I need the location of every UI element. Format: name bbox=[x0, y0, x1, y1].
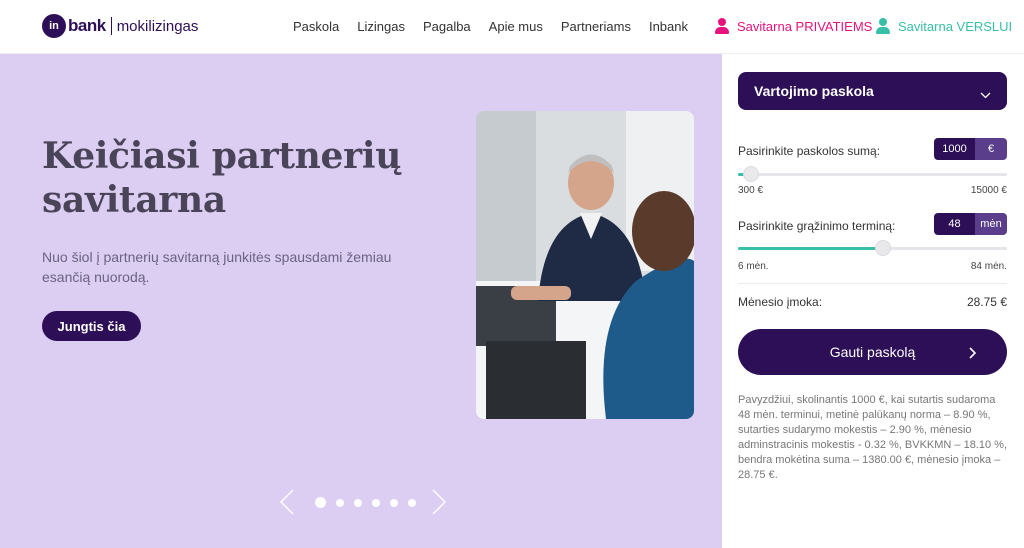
amount-max: 15000 € bbox=[970, 185, 1007, 196]
term-input[interactable]: 48 mėn bbox=[934, 213, 1007, 235]
logo-subbrand: mokilizingas bbox=[116, 17, 199, 35]
logo-brand: bank bbox=[68, 16, 106, 35]
carousel-dot[interactable] bbox=[315, 497, 326, 508]
carousel-dot[interactable] bbox=[372, 498, 380, 507]
term-label: Pasirinkite grąžinimo terminą: bbox=[738, 219, 896, 233]
amount-slider[interactable] bbox=[738, 166, 1007, 182]
loan-disclaimer: Pavyzdžiui, skolinantis 1000 €, kai suta… bbox=[738, 394, 1007, 481]
portal-private-link[interactable]: Savitarna PRIVATIEMS bbox=[715, 18, 872, 34]
logo-divider bbox=[110, 17, 112, 35]
nav-apie-mus[interactable]: Apie mus bbox=[489, 19, 543, 34]
header: in bank mokilizingas Paskola Lizingas Pa… bbox=[0, 0, 1024, 54]
logo[interactable]: in bank mokilizingas bbox=[42, 14, 198, 38]
chevron-right-icon[interactable] bbox=[432, 489, 446, 515]
slider-fill bbox=[738, 247, 884, 250]
amount-input[interactable]: 1000 € bbox=[934, 138, 1007, 160]
divider bbox=[738, 283, 1007, 284]
nav-partneriams[interactable]: Partneriams bbox=[561, 19, 631, 34]
hero-banner: Keičiasi partnerių savitarna Nuo šiol į … bbox=[0, 54, 722, 548]
slider-thumb[interactable] bbox=[743, 166, 760, 182]
carousel-dot[interactable] bbox=[336, 498, 344, 507]
portal-business-label: Savitarna VERSLUI bbox=[898, 18, 1013, 34]
monthly-payment-label: Mėnesio įmoka: bbox=[738, 295, 823, 309]
hero-photo bbox=[476, 111, 694, 419]
hero-title: Keičiasi partnerių savitarna bbox=[42, 135, 402, 221]
main-nav: Paskola Lizingas Pagalba Apie mus Partne… bbox=[293, 19, 706, 34]
carousel-dot[interactable] bbox=[408, 498, 416, 507]
person-icon bbox=[876, 18, 890, 34]
product-select-value: Vartojimo paskola bbox=[754, 83, 874, 99]
slider-track bbox=[738, 173, 1007, 176]
apply-loan-button[interactable]: Gauti paskolą bbox=[738, 329, 1007, 375]
chevron-down-icon bbox=[980, 86, 991, 102]
portal-private-label: Savitarna PRIVATIEMS bbox=[737, 18, 873, 34]
amount-value[interactable]: 1000 bbox=[934, 138, 975, 160]
amount-unit: € bbox=[975, 138, 1007, 160]
term-unit: mėn bbox=[975, 213, 1007, 235]
nav-pagalba[interactable]: Pagalba bbox=[423, 19, 471, 34]
carousel-dots bbox=[315, 497, 416, 508]
nav-inbank[interactable]: Inbank bbox=[649, 19, 688, 34]
term-slider[interactable] bbox=[738, 240, 1007, 256]
apply-loan-label: Gauti paskolą bbox=[829, 344, 916, 360]
join-button[interactable]: Jungtis čia bbox=[42, 311, 141, 341]
portal-business-link[interactable]: Savitarna VERSLUI bbox=[876, 18, 1012, 34]
person-icon bbox=[715, 18, 729, 34]
amount-min: 300 € bbox=[738, 185, 764, 196]
term-value[interactable]: 48 bbox=[934, 213, 975, 235]
nav-lizingas[interactable]: Lizingas bbox=[357, 19, 405, 34]
product-select[interactable]: Vartojimo paskola bbox=[738, 72, 1007, 110]
term-max: 84 mėn. bbox=[970, 261, 1007, 272]
term-min: 6 mėn. bbox=[738, 261, 769, 272]
slider-thumb[interactable] bbox=[875, 240, 892, 256]
nav-paskola[interactable]: Paskola bbox=[293, 19, 339, 34]
inbank-logo-icon: in bbox=[42, 14, 66, 38]
hero-photo-illustration bbox=[476, 111, 694, 419]
chevron-left-icon[interactable] bbox=[280, 489, 294, 515]
carousel-dot[interactable] bbox=[354, 498, 362, 507]
carousel-dot[interactable] bbox=[390, 498, 398, 507]
monthly-payment-value: 28.75 € bbox=[966, 295, 1007, 309]
loan-calculator: Vartojimo paskola Pasirinkite paskolos s… bbox=[722, 54, 1024, 548]
chevron-right-icon bbox=[969, 346, 977, 362]
carousel-controls bbox=[280, 489, 450, 519]
hero-subtitle: Nuo šiol į partnerių savitarną junkitės … bbox=[42, 249, 392, 285]
amount-label: Pasirinkite paskolos sumą: bbox=[738, 144, 881, 158]
